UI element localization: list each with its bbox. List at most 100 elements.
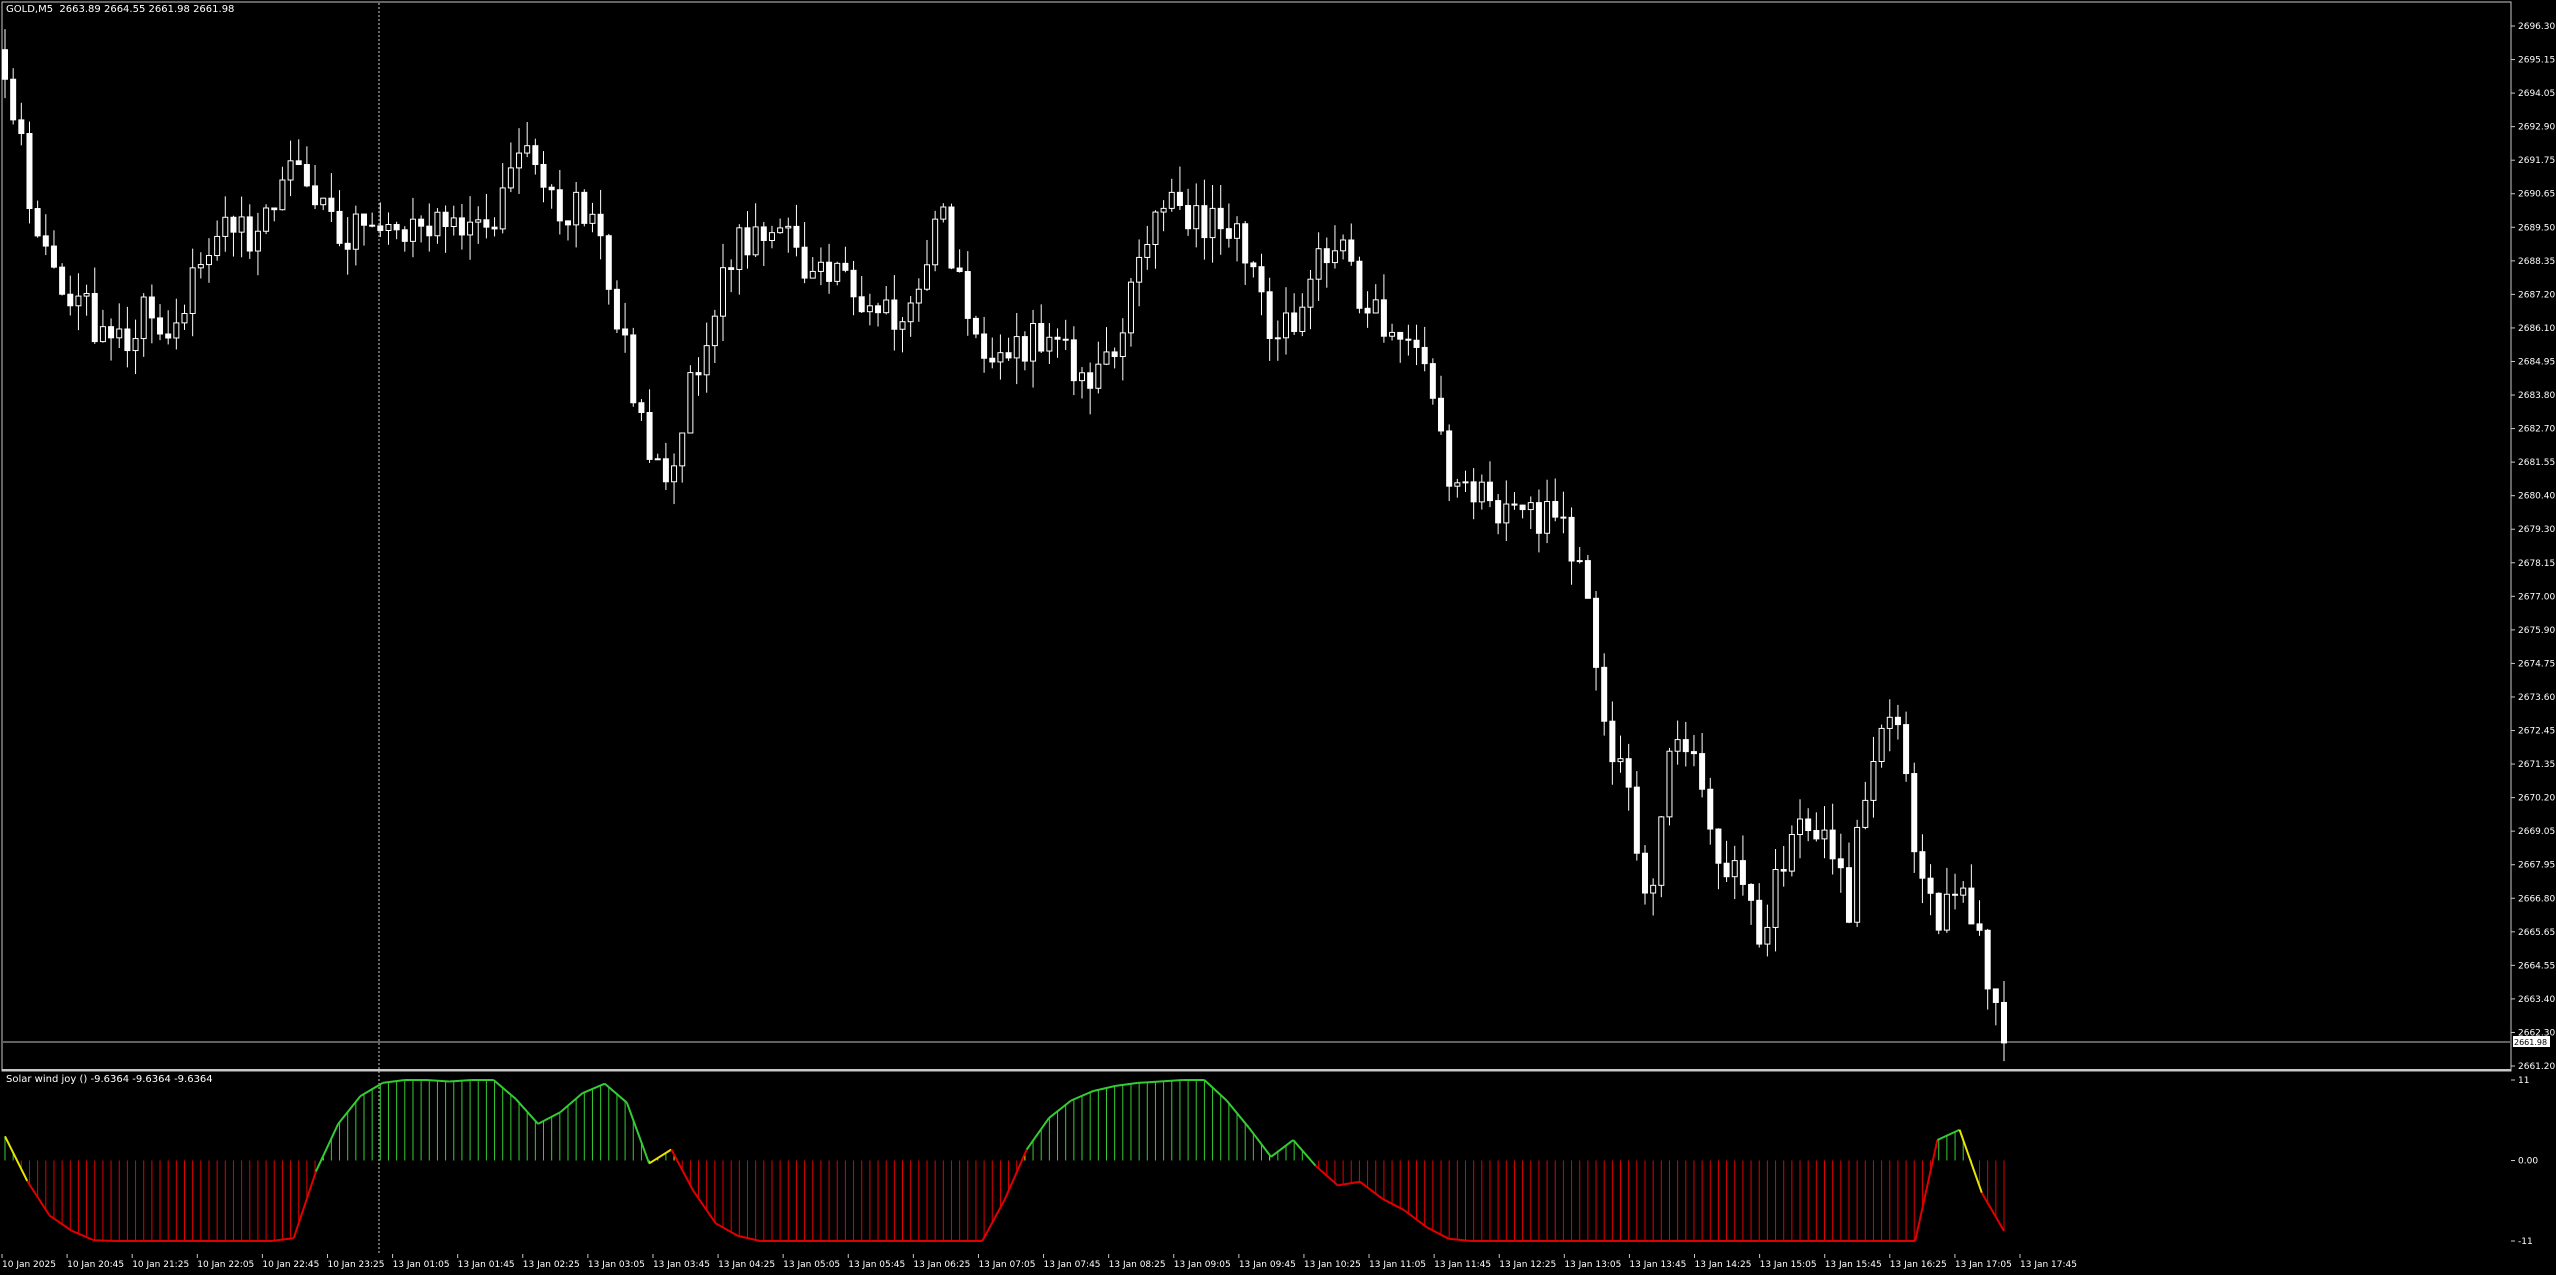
indicator-info: Solar wind joy () -9.6364 -9.6364 -9.636…	[6, 1074, 213, 1085]
price-tick-label: 2673.60	[2518, 693, 2555, 703]
oscillator-line-segment	[292, 1171, 317, 1239]
time-tick-label: 10 Jan 2025	[2, 1260, 56, 1270]
candle	[1168, 178, 1175, 212]
candle	[1242, 220, 1249, 285]
candle	[1364, 291, 1371, 328]
candle	[1046, 323, 1053, 365]
oscillator-line-segment	[1203, 1079, 1228, 1102]
oscillator-line-segment	[93, 1239, 117, 1242]
symbol-label: GOLD,M5	[6, 4, 54, 15]
candle	[1723, 840, 1730, 882]
price-tick-label: 2678.15	[2518, 559, 2555, 569]
price-tick-label: 2665.65	[2518, 928, 2555, 938]
candle	[442, 205, 449, 253]
candles	[2, 29, 2007, 1062]
candle	[622, 302, 629, 353]
candle	[866, 293, 873, 326]
candle	[932, 210, 939, 272]
price-tick-label: 2681.55	[2518, 458, 2555, 468]
candle	[1544, 479, 1551, 544]
candle	[1707, 777, 1714, 845]
oscillator-histogram	[4, 1079, 2005, 1242]
candle	[34, 200, 41, 238]
candle	[1421, 326, 1428, 372]
indicator-name: Solar wind joy ()	[6, 1074, 88, 1085]
candle	[940, 203, 947, 223]
candle	[1397, 331, 1404, 363]
oscillator-bars	[4, 1080, 2005, 1241]
candle	[1772, 849, 1779, 952]
candle	[1136, 239, 1143, 307]
candle	[1127, 278, 1134, 347]
candle	[393, 221, 400, 240]
candle	[1862, 781, 1869, 830]
candle	[10, 68, 17, 125]
oscillator-tick-label: 0.00	[2518, 1157, 2538, 1167]
candle	[1193, 183, 1200, 248]
candle	[1438, 375, 1445, 435]
price-tick-label: 2666.80	[2518, 894, 2555, 904]
candle	[165, 310, 172, 345]
candle	[26, 121, 33, 224]
candle	[1176, 166, 1183, 211]
candle	[1878, 724, 1885, 768]
candle	[1005, 337, 1012, 361]
oscillator-line-segment	[4, 1135, 29, 1182]
candle	[1266, 277, 1273, 361]
candle	[91, 267, 98, 344]
candle	[1062, 319, 1069, 351]
candle	[418, 215, 425, 243]
time-tick-label: 13 Jan 07:05	[978, 1260, 1035, 1270]
candle	[972, 315, 979, 339]
candle	[1601, 653, 1608, 736]
candle	[1894, 704, 1901, 740]
candle	[1837, 833, 1844, 893]
candle	[1323, 237, 1330, 288]
candle	[597, 189, 604, 260]
time-tick-label: 13 Jan 16:25	[1890, 1260, 1947, 1270]
candle	[548, 184, 555, 209]
oscillator-line-segment	[537, 1111, 561, 1125]
oscillator-axis: 11 0.00 -11	[2511, 1076, 2538, 1247]
candle	[915, 278, 922, 322]
candle	[222, 196, 229, 252]
oscillator-line-segment	[1025, 1117, 1050, 1151]
candle	[1845, 842, 1852, 924]
candle	[1021, 331, 1028, 371]
candle	[434, 208, 441, 244]
candle	[736, 224, 743, 295]
candle	[1486, 461, 1493, 508]
time-tick-label: 13 Jan 07:45	[1044, 1260, 1101, 1270]
price-tick-label: 2689.50	[2518, 223, 2555, 233]
time-tick-label: 13 Jan 15:45	[1825, 1260, 1882, 1270]
candle	[1625, 743, 1632, 811]
candle	[238, 196, 245, 258]
price-chart[interactable]: 2696.30 2695.15 2694.05 2692.90 2691.75 2690.…	[0, 0, 2556, 1275]
candle	[556, 170, 563, 235]
candle	[2, 29, 8, 99]
candle	[1666, 747, 1673, 826]
time-tick-label: 13 Jan 06:25	[913, 1260, 970, 1270]
candle	[850, 260, 857, 316]
candle	[695, 357, 702, 396]
candle	[589, 202, 596, 233]
price-tick-label: 2682.70	[2518, 425, 2555, 435]
oscillator-line-segment	[426, 1079, 450, 1083]
candle	[728, 259, 735, 293]
candle	[581, 189, 588, 227]
candle	[524, 121, 531, 158]
candle	[352, 205, 359, 266]
candle	[1943, 867, 1950, 933]
candle	[1152, 210, 1159, 269]
oscillator-line-segment	[1225, 1099, 1250, 1129]
candle	[263, 204, 270, 235]
candle	[1495, 493, 1502, 535]
time-tick-label: 13 Jan 09:45	[1239, 1260, 1296, 1270]
candle	[344, 217, 351, 275]
oscillator-line-segment	[1403, 1209, 1428, 1228]
oscillator-line-segment	[1137, 1080, 1161, 1084]
candle	[1519, 504, 1526, 519]
close-value: 2661.98	[193, 4, 235, 15]
candle	[303, 146, 310, 188]
price-tick-label: 2692.90	[2518, 123, 2555, 133]
